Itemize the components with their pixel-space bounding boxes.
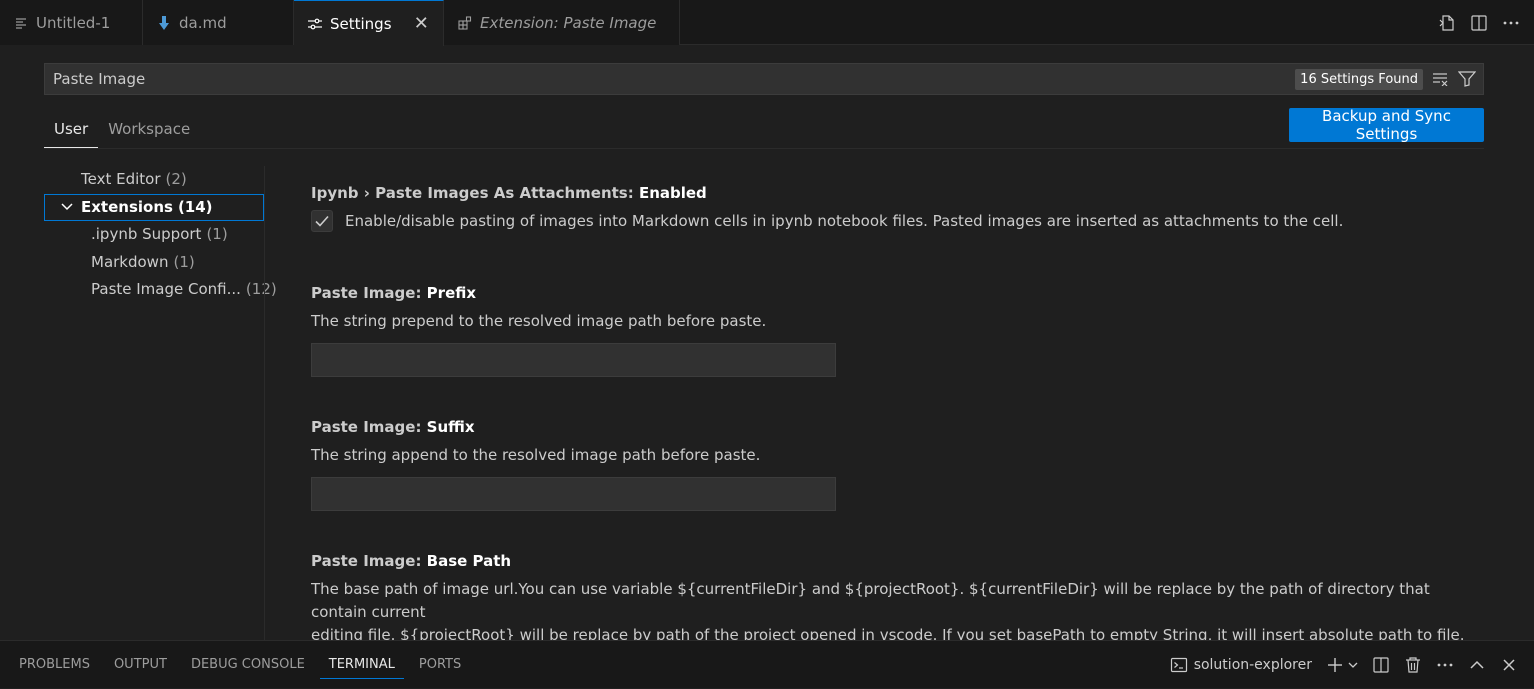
checkmark-icon (315, 215, 329, 227)
tab-output[interactable]: OUTPUT (105, 651, 176, 679)
setting-key: Prefix (426, 284, 477, 302)
tab-workspace[interactable]: Workspace (98, 112, 200, 148)
open-settings-json-icon[interactable] (1438, 14, 1456, 32)
tab-user[interactable]: User (44, 112, 99, 148)
description-line: The base path of image url.You can use v… (311, 580, 1430, 621)
tab-label: Settings (330, 14, 392, 33)
terminal-name: solution-explorer (1193, 657, 1312, 673)
setting-category: Ipynb › Paste Images As Attachments: (311, 184, 639, 202)
tab-label: Extension: Paste Image (480, 13, 657, 32)
toc-item-count: (1) (173, 252, 195, 271)
setting-title: Paste Image: Suffix (311, 418, 1481, 436)
toc-item-markdown[interactable]: Markdown (1) (44, 249, 264, 277)
settings-toc: Text Editor (2) Extensions (14) .ipynb S… (44, 166, 277, 304)
setting-key: Base Path (426, 552, 512, 570)
setting-key: Enabled (638, 184, 707, 202)
setting-title: Paste Image: Prefix (311, 284, 1481, 302)
settings-scope-tabs: User Workspace (44, 112, 200, 148)
prefix-input[interactable] (311, 343, 836, 377)
split-terminal-icon[interactable] (1372, 656, 1390, 674)
lines-icon (14, 16, 28, 30)
settings-search-input[interactable] (45, 64, 1296, 94)
close-tab-icon[interactable]: ✕ (414, 13, 429, 34)
setting-paste-image-suffix: Paste Image: Suffix The string append to… (311, 418, 1481, 511)
setting-paste-images-as-attachments: Ipynb › Paste Images As Attachments: Ena… (311, 184, 1481, 232)
toc-item-label: Text Editor (81, 170, 161, 189)
split-editor-icon[interactable] (1470, 14, 1488, 32)
toc-item-ipynb-support[interactable]: .ipynb Support (1) (44, 221, 264, 249)
setting-category: Paste Image: (311, 552, 427, 570)
tab-problems[interactable]: PROBLEMS (10, 651, 99, 679)
suffix-input[interactable] (311, 477, 836, 511)
backup-and-sync-button[interactable]: Backup and Sync Settings (1289, 107, 1484, 143)
toc-item-label: Paste Image Confi... (91, 280, 241, 299)
toc-item-count: (12) (245, 280, 277, 299)
setting-title: Paste Image: Base Path (311, 552, 1481, 570)
settings-sliders-icon (308, 17, 322, 31)
setting-paste-image-prefix: Paste Image: Prefix The string prepend t… (311, 284, 1481, 377)
setting-title: Ipynb › Paste Images As Attachments: Ena… (311, 184, 1481, 202)
clear-filter-icon[interactable] (1431, 69, 1451, 89)
setting-description: The string prepend to the resolved image… (311, 312, 767, 330)
editor-tab-bar: Untitled-1 da.md Settings ✕ Extension: P… (0, 0, 1534, 46)
terminal-icon (1170, 656, 1188, 674)
markdown-down-arrow-icon (157, 15, 171, 30)
setting-paste-image-base-path: Paste Image: Base Path The base path of … (311, 552, 1481, 640)
toc-item-label: .ipynb Support (91, 225, 202, 244)
description-line: editing file. ${projectRoot} will be rep… (311, 626, 1465, 640)
toc-item-count: (14) (177, 197, 213, 216)
maximize-panel-icon[interactable] (1468, 656, 1486, 674)
setting-description: Enable/disable pasting of images into Ma… (345, 212, 1344, 230)
setting-description: The string append to the resolved image … (311, 446, 761, 464)
tab-da-md[interactable]: da.md (143, 0, 294, 45)
results-count-badge: 16 Settings Found (1295, 68, 1423, 90)
toc-item-text-editor[interactable]: Text Editor (2) (44, 166, 264, 194)
kill-terminal-icon[interactable] (1404, 656, 1422, 674)
toc-item-label: Markdown (91, 252, 169, 271)
new-terminal-icon[interactable] (1326, 656, 1344, 674)
close-panel-icon[interactable] (1500, 656, 1518, 674)
more-actions-icon[interactable] (1502, 14, 1520, 32)
settings-search-box: 16 Settings Found (44, 63, 1484, 95)
tab-debug-console[interactable]: DEBUG CONSOLE (182, 651, 314, 679)
toc-sash[interactable] (264, 166, 265, 640)
tab-ports[interactable]: PORTS (410, 651, 470, 679)
toc-item-label: Extensions (81, 197, 173, 216)
setting-key: Suffix (426, 418, 475, 436)
tab-label: Untitled-1 (36, 13, 111, 32)
extensions-icon (458, 15, 472, 30)
chevron-down-icon[interactable] (59, 199, 75, 215)
enabled-checkbox[interactable] (311, 210, 333, 232)
tab-label: da.md (179, 13, 227, 32)
filter-icon[interactable] (1457, 69, 1477, 89)
setting-category: Paste Image: (311, 418, 427, 436)
tab-settings[interactable]: Settings ✕ (294, 0, 444, 46)
toc-item-count: (2) (165, 170, 187, 189)
toc-item-count: (1) (206, 225, 228, 244)
setting-description: The base path of image url.You can use v… (311, 578, 1481, 640)
bottom-panel: PROBLEMS OUTPUT DEBUG CONSOLE TERMINAL P… (0, 640, 1534, 688)
tab-extension-paste-image[interactable]: Extension: Paste Image (444, 0, 680, 45)
divider (44, 148, 1484, 149)
tab-untitled-1[interactable]: Untitled-1 (0, 0, 143, 45)
checkbox-row: Enable/disable pasting of images into Ma… (311, 210, 1481, 232)
toc-item-extensions[interactable]: Extensions (14) (44, 193, 264, 221)
toc-item-paste-image-config[interactable]: Paste Image Confi... (12) (44, 276, 277, 304)
terminal-dropdown-icon[interactable] (1348, 656, 1358, 674)
terminal-selector[interactable]: solution-explorer (1170, 656, 1312, 674)
setting-category: Paste Image: (311, 284, 427, 302)
tab-terminal[interactable]: TERMINAL (319, 651, 404, 679)
panel-actions: solution-explorer (1170, 641, 1518, 689)
more-actions-icon[interactable] (1436, 656, 1454, 674)
editor-actions (1438, 0, 1520, 45)
panel-tabs: PROBLEMS OUTPUT DEBUG CONSOLE TERMINAL P… (10, 641, 476, 689)
